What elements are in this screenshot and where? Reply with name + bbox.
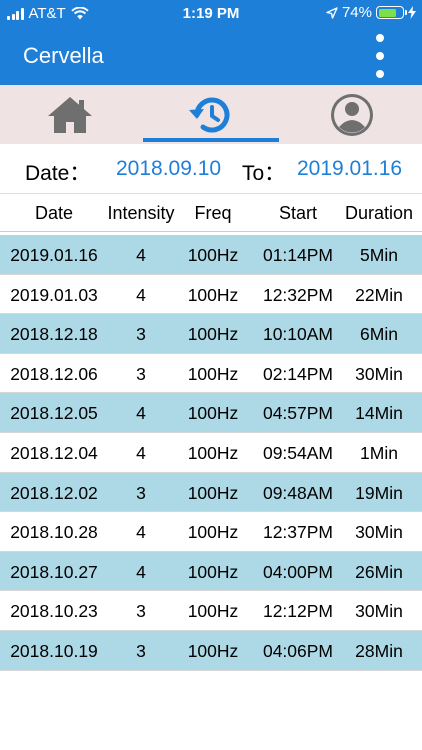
table-row[interactable]: 2018.10.28 4 100Hz 12:37PM 30Min	[0, 512, 422, 552]
cell-freq: 100Hz	[187, 363, 239, 384]
cell-duration: 14Min	[355, 403, 403, 424]
session-list: 2019.01.16 4 100Hz 01:14PM 5Min 2019.01.…	[0, 235, 422, 671]
status-right: 74%	[326, 4, 416, 21]
table-row[interactable]: 2019.01.16 4 100Hz 01:14PM 5Min	[0, 235, 422, 275]
date-label: Date：	[25, 162, 91, 185]
cell-intensity: 3	[136, 482, 146, 503]
cell-duration: 19Min	[355, 482, 403, 503]
cell-start: 01:14PM	[262, 245, 334, 265]
cell-date: 2018.12.18	[10, 324, 98, 345]
cell-date: 2018.10.27	[10, 561, 98, 582]
table-row[interactable]: 2018.10.27 4 100Hz 04:00PM 26Min	[0, 551, 422, 592]
cell-freq: 100Hz	[187, 284, 239, 305]
cell-freq: 100Hz	[187, 245, 239, 265]
cell-duration: 6Min	[360, 324, 398, 345]
battery-fill	[378, 8, 396, 17]
cell-intensity: 3	[136, 601, 146, 622]
cell-start: 12:37PM	[262, 522, 334, 543]
cell-date: 2018.10.23	[10, 601, 98, 622]
cell-start: 12:32PM	[262, 284, 334, 305]
cell-duration: 1Min	[360, 442, 398, 463]
active-tab-indicator	[143, 138, 279, 142]
cell-date: 2019.01.16	[10, 245, 98, 265]
cell-intensity: 4	[136, 245, 146, 265]
cell-date: 2018.10.28	[10, 522, 98, 543]
cell-intensity: 3	[136, 324, 146, 345]
cell-intensity: 3	[136, 363, 146, 384]
cell-date: 2019.01.03	[10, 284, 98, 305]
charging-bolt-icon	[408, 6, 416, 19]
cell-freq: 100Hz	[187, 482, 239, 503]
table-header: Date Intensity Freq Start Duration	[0, 193, 422, 232]
header-date: Date	[34, 203, 74, 223]
cell-date: 2018.12.05	[10, 403, 98, 424]
cell-date: 2018.12.06	[10, 363, 98, 384]
status-bar: AT&T 1:19 PM 74%	[0, 0, 422, 27]
location-arrow-icon	[326, 6, 338, 19]
header-start: Start	[278, 203, 317, 223]
table-row[interactable]: 2018.12.05 4 100Hz 04:57PM 14Min	[0, 393, 422, 433]
cell-freq: 100Hz	[187, 324, 239, 345]
user-icon	[331, 93, 373, 136]
cell-start: 12:12PM	[262, 601, 334, 622]
cell-start: 04:00PM	[262, 561, 334, 582]
table-row[interactable]: 2019.01.03 4 100Hz 12:32PM 22Min	[0, 275, 422, 315]
tab-profile[interactable]	[282, 85, 422, 144]
cell-duration: 30Min	[355, 363, 403, 384]
more-vertical-icon[interactable]	[373, 34, 387, 78]
from-date-picker[interactable]: 2018.09.10	[116, 157, 221, 181]
cell-start: 04:06PM	[262, 640, 334, 661]
cell-start: 04:57PM	[262, 403, 334, 424]
cell-duration: 5Min	[360, 245, 398, 265]
cell-intensity: 4	[136, 561, 146, 582]
cell-intensity: 4	[136, 522, 146, 543]
cell-freq: 100Hz	[187, 640, 239, 661]
header-duration: Duration	[344, 203, 414, 223]
cell-intensity: 4	[136, 284, 146, 305]
battery-icon	[376, 6, 407, 19]
home-icon	[48, 96, 92, 133]
cell-freq: 100Hz	[187, 403, 239, 424]
cell-duration: 30Min	[355, 601, 403, 622]
table-row[interactable]: 2018.10.19 3 100Hz 04:06PM 28Min	[0, 630, 422, 671]
cell-intensity: 4	[136, 403, 146, 424]
cell-freq: 100Hz	[187, 561, 239, 582]
tab-bar	[0, 85, 422, 144]
cell-freq: 100Hz	[187, 522, 239, 543]
cell-start: 10:10AM	[262, 324, 334, 345]
cell-duration: 22Min	[355, 284, 403, 305]
app-bar: Cervella	[0, 27, 422, 85]
table-row[interactable]: 2018.12.02 3 100Hz 09:48AM 19Min	[0, 472, 422, 513]
cell-duration: 30Min	[355, 522, 403, 543]
cell-date: 2018.12.02	[10, 482, 98, 503]
cell-intensity: 4	[136, 442, 146, 463]
app-title: Cervella	[23, 43, 104, 68]
table-row[interactable]: 2018.12.06 3 100Hz 02:14PM 30Min	[0, 354, 422, 394]
header-intensity: Intensity	[107, 203, 175, 223]
to-date-picker[interactable]: 2019.01.16	[297, 157, 402, 181]
history-icon	[189, 97, 230, 132]
tab-history[interactable]	[141, 85, 281, 144]
table-row[interactable]: 2018.12.18 3 100Hz 10:10AM 6Min	[0, 314, 422, 354]
cell-start: 09:48AM	[262, 482, 334, 503]
table-row[interactable]: 2018.12.04 4 100Hz 09:54AM 1Min	[0, 433, 422, 473]
cell-start: 09:54AM	[262, 442, 334, 463]
tab-home[interactable]	[0, 85, 140, 144]
cell-date: 2018.10.19	[10, 640, 98, 661]
cell-duration: 28Min	[355, 640, 403, 661]
cell-start: 02:14PM	[262, 363, 334, 384]
cell-freq: 100Hz	[187, 442, 239, 463]
cell-duration: 26Min	[355, 561, 403, 582]
battery-percent: 74%	[341, 4, 372, 21]
cell-intensity: 3	[136, 640, 146, 661]
header-freq: Freq	[194, 203, 232, 223]
to-label: To：	[242, 162, 286, 185]
cell-freq: 100Hz	[187, 601, 239, 622]
date-filter: Date： 2018.09.10 To： 2019.01.16	[0, 144, 422, 193]
table-row[interactable]: 2018.10.23 3 100Hz 12:12PM 30Min	[0, 591, 422, 631]
cell-date: 2018.12.04	[10, 442, 98, 463]
